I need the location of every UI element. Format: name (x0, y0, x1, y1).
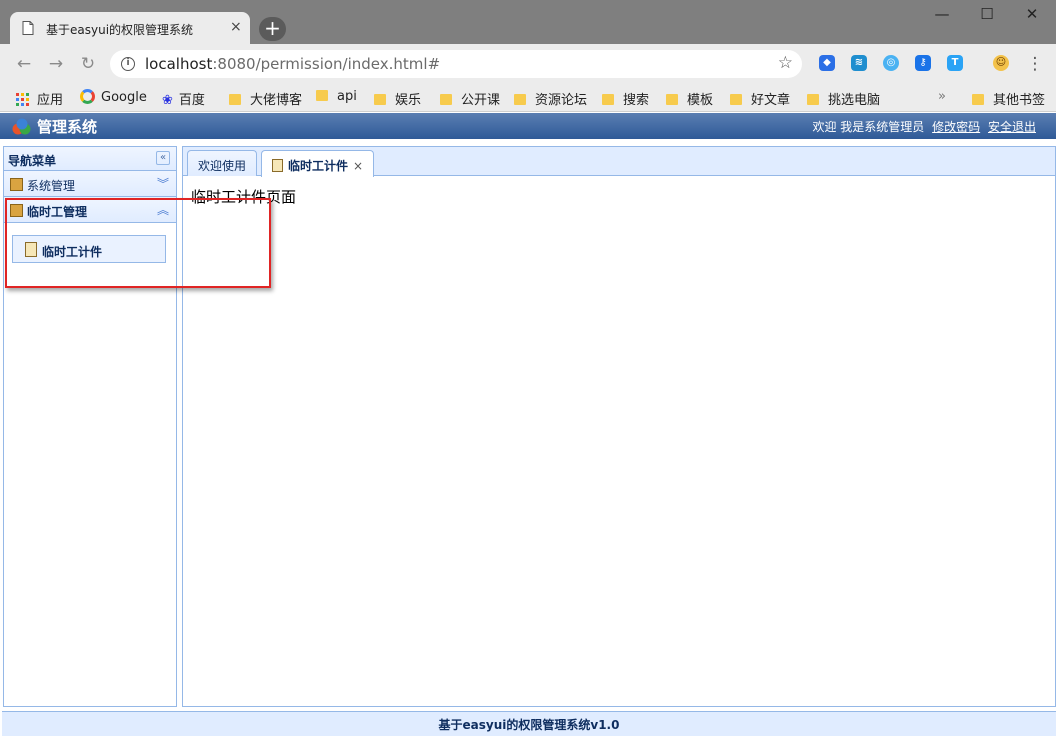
bookmark-folder[interactable]: 资源论坛 (514, 89, 587, 108)
url-text[interactable]: localhost:8080/permission/index.html# (145, 55, 440, 73)
bookmark-label: 资源论坛 (535, 93, 588, 108)
minimize-button[interactable]: — (922, 2, 962, 28)
folder-icon (229, 94, 241, 105)
app-footer: 基于easyui的权限管理系统v1.0 (2, 711, 1056, 736)
url-path: :8080/permission/index.html# (212, 55, 441, 73)
folder-icon (807, 94, 819, 105)
blue-square-ext-icon[interactable]: ◆ (819, 55, 835, 71)
new-tab-button[interactable]: + (259, 17, 286, 41)
other-bookmarks-label: 其他书签 (993, 93, 1046, 108)
change-password-link[interactable]: 修改密码 (932, 120, 980, 134)
bookmark-apps[interactable]: 应用 (16, 89, 63, 108)
forward-button[interactable]: → (45, 53, 67, 75)
folder-icon (666, 94, 678, 105)
key-ext-icon[interactable]: ⚷ (915, 55, 931, 71)
folder-icon (316, 90, 328, 101)
back-button[interactable]: ← (13, 53, 35, 75)
bookmark-baidu[interactable]: ❀ 百度 (162, 89, 205, 108)
folder-icon (374, 94, 386, 105)
folder-icon (514, 94, 526, 105)
sidebar-header: 导航菜单 « (4, 147, 176, 171)
emoji-avatar-icon[interactable]: ☺ (993, 55, 1009, 71)
bookmark-star-icon[interactable]: ☆ (778, 53, 793, 73)
bookmark-folder[interactable]: 模板 (666, 89, 713, 108)
maximize-button[interactable]: ☐ (967, 2, 1007, 28)
bookmarks-overflow-button[interactable]: » (938, 89, 946, 104)
bookmark-label: 大佬博客 (250, 93, 303, 108)
footer-text: 基于easyui的权限管理系统v1.0 (438, 718, 620, 732)
folder-icon (440, 94, 452, 105)
bookmark-label: 搜索 (623, 93, 650, 108)
folder-icon (602, 94, 614, 105)
app-header: 管理系统 欢迎 我是系统管理员 修改密码 安全退出 (0, 113, 1056, 139)
content-tabs: 欢迎使用 临时工计件 × (183, 147, 1055, 177)
accordion-body: 临时工计件 (4, 223, 176, 706)
apps-grid-icon (16, 93, 29, 106)
bookmark-label: api (337, 89, 357, 104)
app-title: 管理系统 (37, 118, 98, 136)
reload-button[interactable]: ↻ (77, 53, 99, 75)
google-g-icon (80, 89, 95, 104)
folder-icon (730, 94, 742, 105)
bookmark-label: 挑选电脑 (828, 93, 881, 108)
main-content-panel: 欢迎使用 临时工计件 × 临时工计件页面 (182, 146, 1056, 707)
bookmark-label: Google (101, 90, 147, 105)
accordion-system-management[interactable]: 系统管理 ︾ (4, 171, 176, 197)
collapse-sidebar-icon[interactable]: « (156, 151, 170, 165)
bookmark-folder[interactable]: 娱乐 (374, 89, 421, 108)
browser-tab[interactable]: 基于easyui的权限管理系统 × (10, 12, 250, 44)
bookmark-folder[interactable]: api (316, 89, 357, 104)
annotation-highlight-box (5, 198, 271, 288)
clipboard-icon (272, 159, 283, 172)
accordion-label: 系统管理 (27, 179, 76, 193)
browser-titlebar: 基于easyui的权限管理系统 × + — ☐ ✕ (0, 0, 1056, 44)
bookmark-label: 公开课 (461, 93, 501, 108)
sidebar-title: 导航菜单 (8, 154, 57, 168)
bookmark-label: 好文章 (751, 93, 791, 108)
tab-welcome[interactable]: 欢迎使用 (187, 150, 258, 176)
close-tab-icon[interactable]: × (353, 159, 363, 173)
bookmarks-bar: 应用 Google ❀ 百度 大佬博客 api 娱乐 公开课 资源论坛 搜索 模板… (0, 84, 1056, 112)
tab-label: 欢迎使用 (198, 159, 247, 173)
browser-toolbar: ← → ↻ i localhost:8080/permission/index.… (0, 44, 1056, 84)
chevron-down-icon[interactable]: ︾ (157, 175, 169, 192)
bookmark-label: 娱乐 (395, 93, 422, 108)
address-bar[interactable]: i localhost:8080/permission/index.html# … (110, 50, 802, 78)
logout-link[interactable]: 安全退出 (988, 120, 1036, 134)
bookmark-label: 应用 (37, 93, 64, 108)
document-icon (22, 21, 34, 35)
t-ext-icon[interactable]: T (947, 55, 963, 71)
app-logo-icon (12, 118, 31, 135)
menu-dots-icon[interactable]: ⋮ (1024, 53, 1046, 75)
tab-temp-piecework[interactable]: 临时工计件 × (261, 150, 375, 177)
user-area: 欢迎 我是系统管理员 修改密码 安全退出 (812, 118, 1036, 135)
swirl-ext-icon[interactable]: ≋ (851, 55, 867, 71)
bookmark-folder[interactable]: 大佬博客 (229, 89, 302, 108)
other-bookmarks[interactable]: 其他书签 (972, 89, 1045, 108)
bookmark-folder[interactable]: 挑选电脑 (807, 89, 880, 108)
tab-close-icon[interactable]: × (230, 19, 242, 35)
url-host: localhost (145, 55, 213, 73)
welcome-text: 欢迎 我是系统管理员 (812, 120, 925, 134)
globe-ext-icon[interactable]: ◎ (883, 55, 899, 71)
bookmark-folder[interactable]: 公开课 (440, 89, 500, 108)
browser-tab-title: 基于easyui的权限管理系统 (46, 23, 194, 37)
folder-box-icon (10, 178, 23, 191)
bookmark-folder[interactable]: 搜索 (602, 89, 649, 108)
bookmark-label: 模板 (687, 93, 714, 108)
bookmark-google[interactable]: Google (80, 89, 147, 105)
folder-icon (972, 94, 984, 105)
tab-label: 临时工计件 (288, 159, 349, 173)
bookmark-label: 百度 (178, 93, 205, 108)
baidu-paw-icon: ❀ (162, 93, 173, 108)
site-info-icon[interactable]: i (121, 57, 135, 71)
close-window-button[interactable]: ✕ (1012, 2, 1052, 28)
bookmark-folder[interactable]: 好文章 (730, 89, 790, 108)
